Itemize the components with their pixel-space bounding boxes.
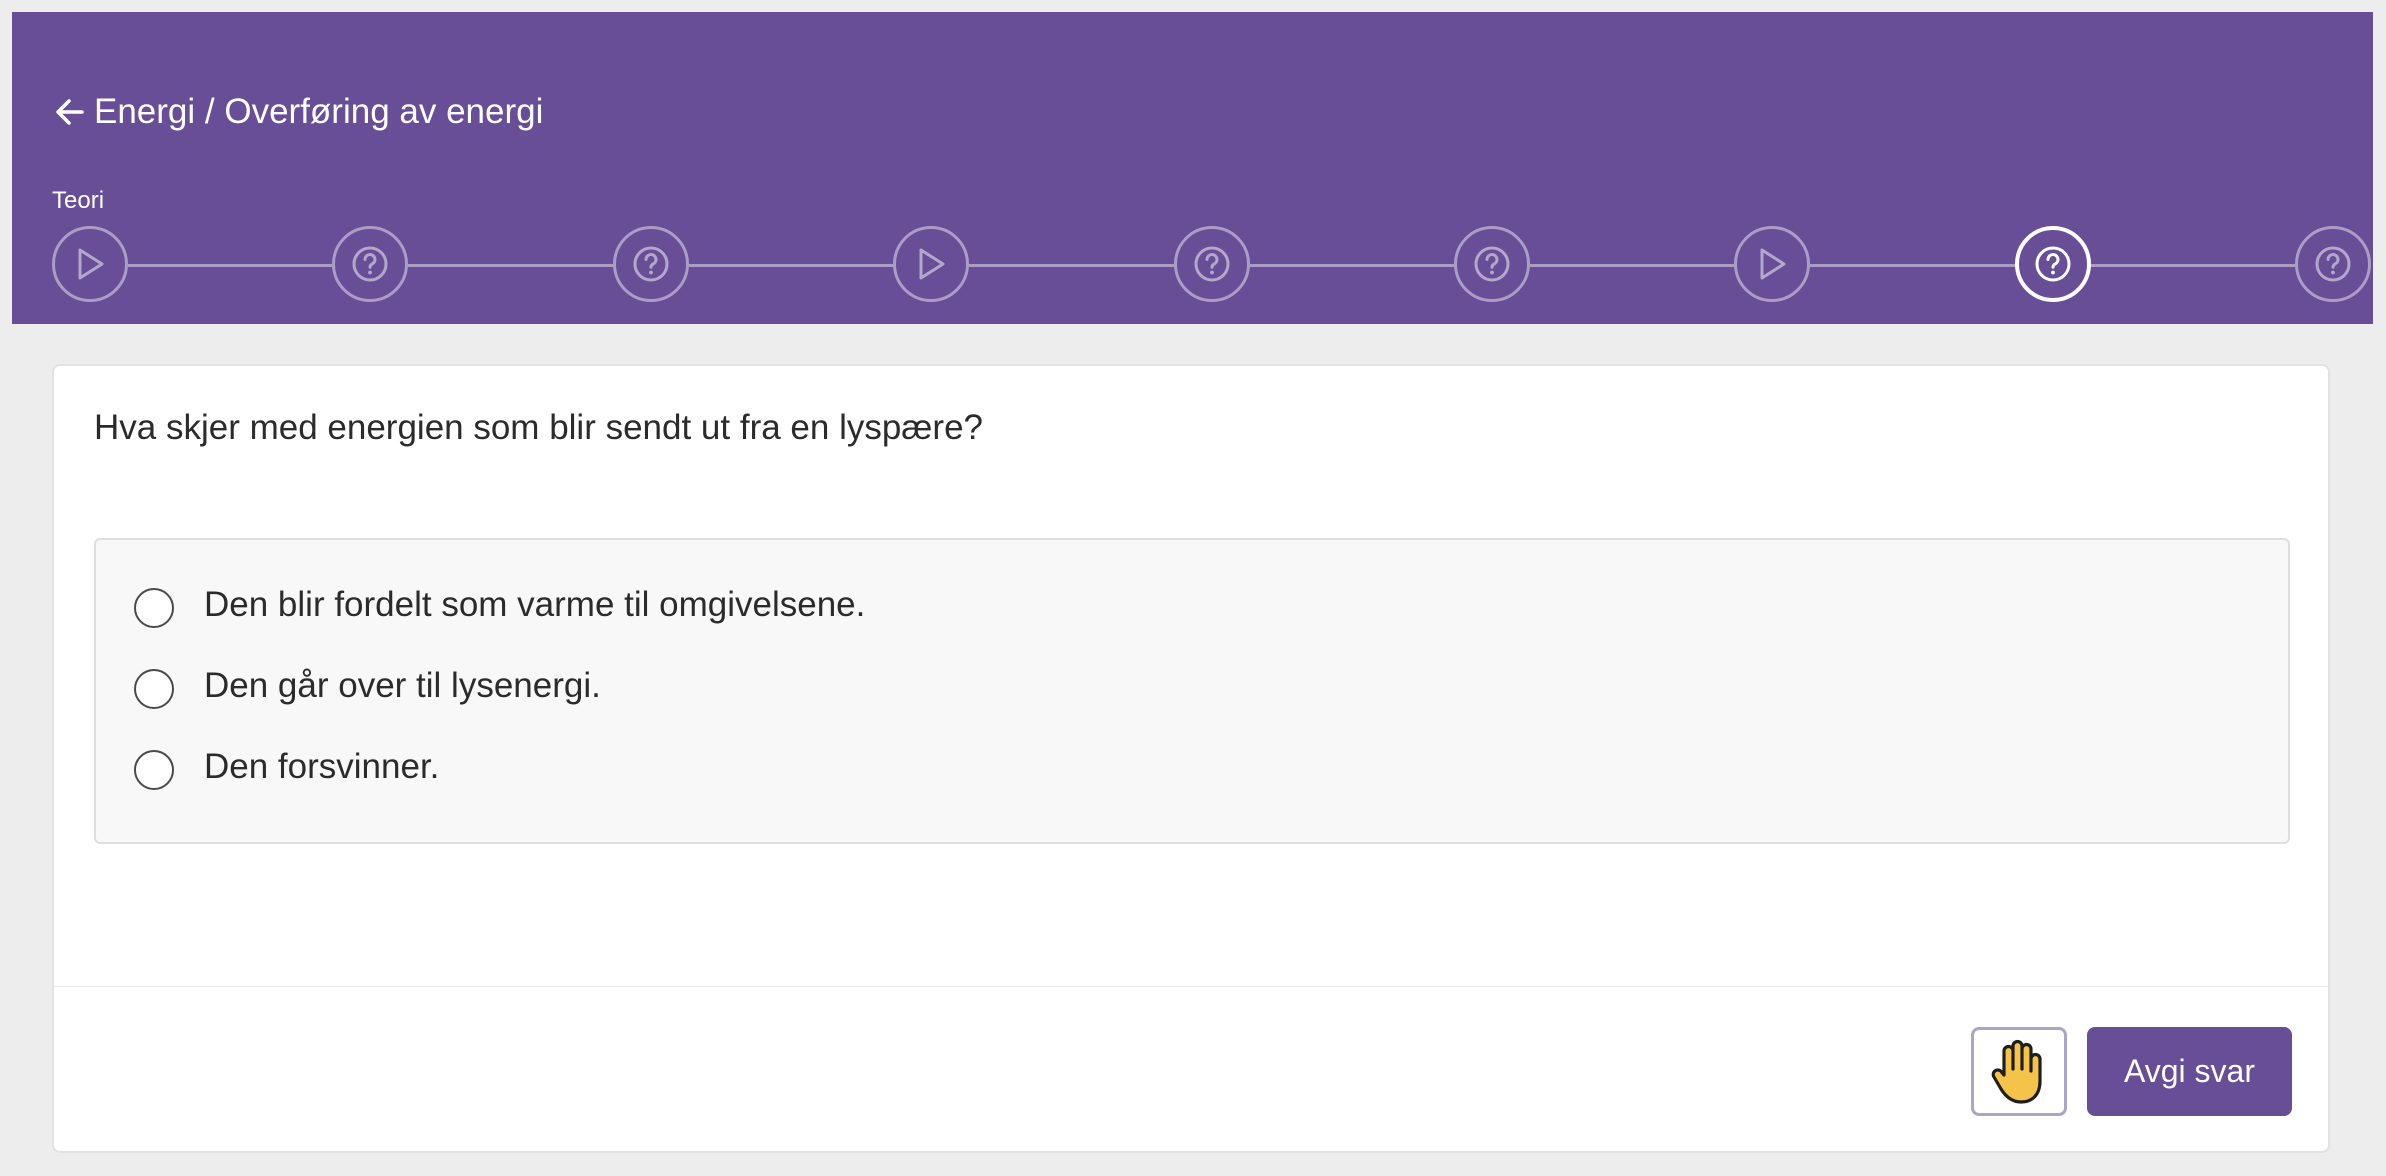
radio-button[interactable] bbox=[134, 588, 174, 628]
radio-button[interactable] bbox=[134, 750, 174, 790]
answer-option-1[interactable]: Den blir fordelt som varme til omgivelse… bbox=[134, 582, 865, 628]
play-icon bbox=[1760, 248, 1786, 280]
stepper-connector bbox=[128, 264, 333, 267]
raise-hand-button[interactable] bbox=[1971, 1027, 2067, 1116]
stepper-connector bbox=[2090, 264, 2295, 267]
answer-option-2[interactable]: Den går over til lysenergi. bbox=[134, 663, 601, 709]
question-text: Hva skjer med energien som blir sendt ut… bbox=[94, 408, 984, 447]
question-icon bbox=[2315, 246, 2351, 282]
step-5[interactable] bbox=[1173, 226, 1250, 302]
stepper-connector bbox=[1810, 264, 2015, 267]
step-3[interactable] bbox=[612, 226, 689, 302]
question-card: Hva skjer med energien som blir sendt ut… bbox=[52, 364, 2330, 1153]
answer-option-3[interactable]: Den forsvinner. bbox=[134, 744, 439, 790]
stepper-connector bbox=[408, 264, 613, 267]
answer-label: Den går over til lysenergi. bbox=[204, 666, 601, 705]
stepper-connector bbox=[1249, 264, 1454, 267]
play-icon bbox=[78, 248, 104, 280]
question-icon bbox=[1474, 246, 1510, 282]
step-8[interactable] bbox=[2014, 226, 2091, 302]
raised-hand-icon bbox=[1991, 1039, 2042, 1104]
question-icon bbox=[633, 246, 669, 282]
answer-label: Den blir fordelt som varme til omgivelse… bbox=[204, 585, 866, 624]
header-bar: Energi / Overføring av energi Teori bbox=[12, 12, 2373, 324]
step-1[interactable] bbox=[52, 226, 128, 302]
step-4[interactable] bbox=[893, 226, 970, 302]
question-icon bbox=[352, 246, 388, 282]
step-7[interactable] bbox=[1734, 226, 1811, 302]
footer-divider bbox=[54, 986, 2328, 987]
question-icon bbox=[1194, 246, 1229, 282]
step-6[interactable] bbox=[1453, 226, 1530, 302]
progress-stepper bbox=[12, 12, 2373, 324]
stepper-connector bbox=[688, 264, 894, 267]
step-2[interactable] bbox=[332, 226, 409, 302]
submit-answer-button[interactable]: Avgi svar bbox=[2087, 1027, 2292, 1116]
answer-options: Den blir fordelt som varme til omgivelse… bbox=[94, 538, 2290, 844]
step-9[interactable] bbox=[2295, 226, 2371, 302]
play-icon bbox=[919, 248, 945, 280]
question-icon bbox=[2035, 246, 2071, 282]
radio-button[interactable] bbox=[134, 669, 174, 709]
answer-label: Den forsvinner. bbox=[204, 747, 440, 786]
stepper-connector bbox=[1529, 264, 1735, 267]
stepper-connector bbox=[969, 264, 1174, 267]
